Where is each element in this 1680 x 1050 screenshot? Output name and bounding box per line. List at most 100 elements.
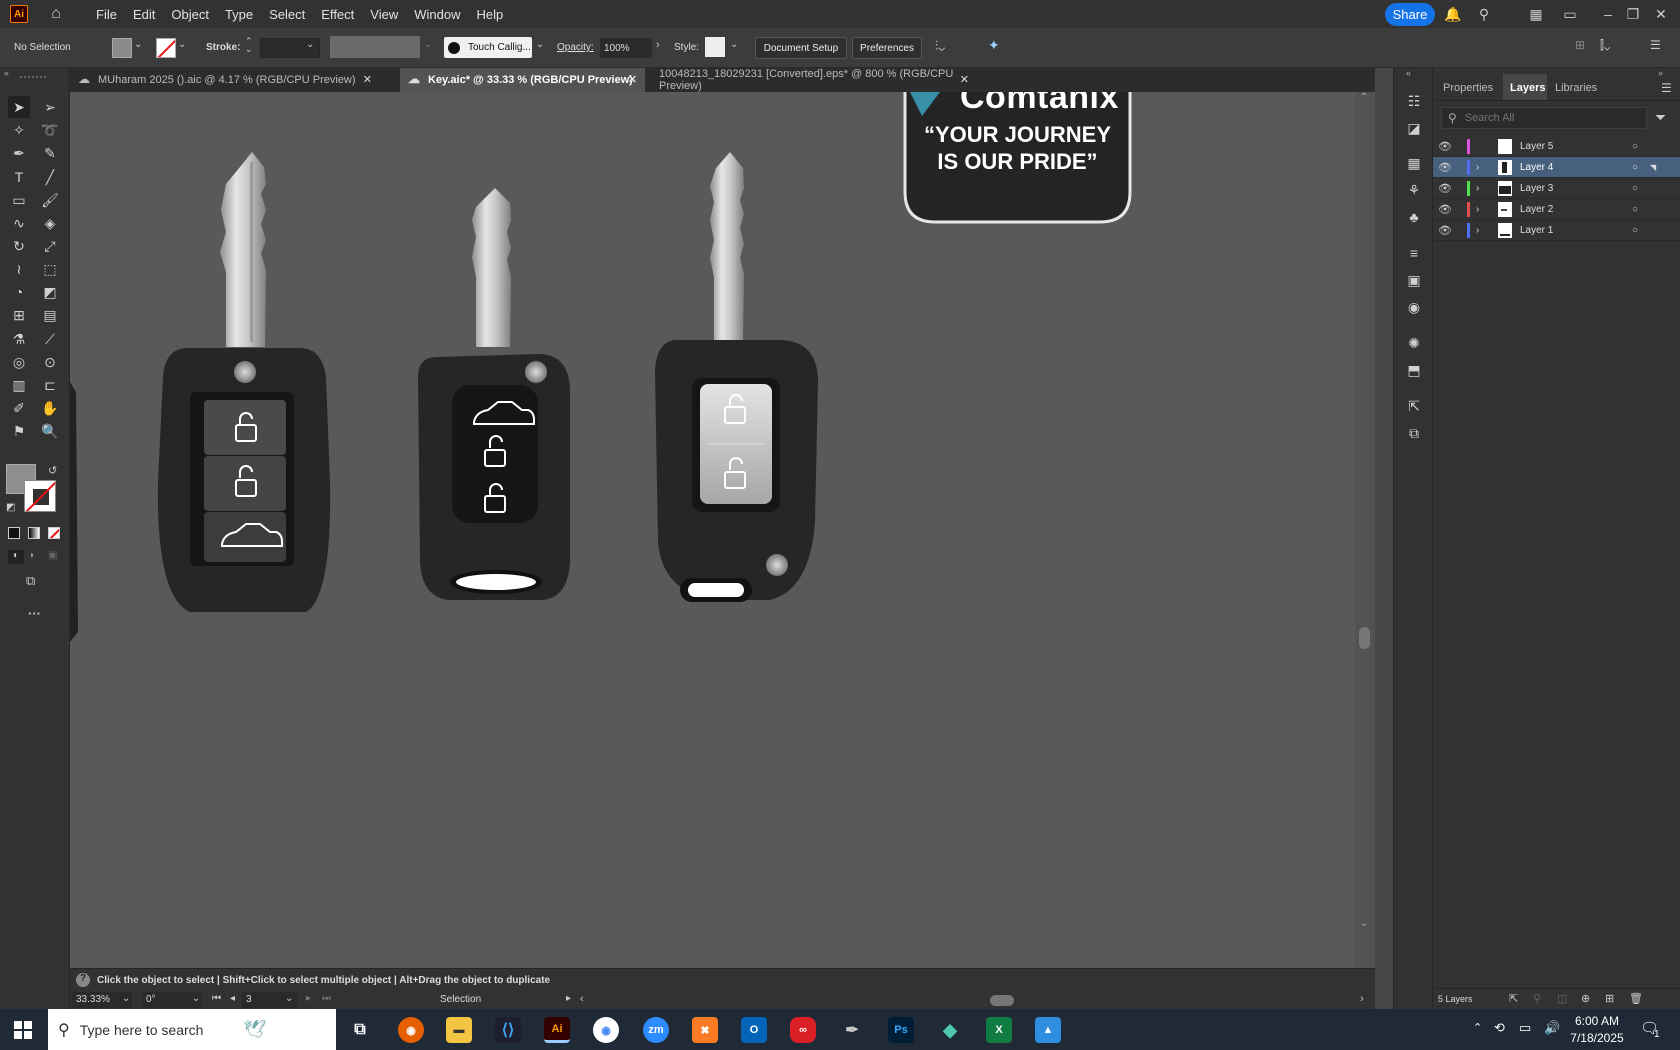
brushes-icon[interactable]: ⚘ xyxy=(1403,179,1425,201)
gradient-panel-icon[interactable]: ▣ xyxy=(1403,269,1425,291)
fill-swatch[interactable] xyxy=(112,38,132,58)
xampp-icon[interactable]: ✖ xyxy=(692,1017,718,1043)
gradient-mode-icon[interactable] xyxy=(28,527,40,539)
collapse-panel-icon[interactable]: » xyxy=(1658,68,1663,78)
file-explorer-icon[interactable]: ▬ xyxy=(446,1017,472,1043)
close-window-icon[interactable]: ✕ xyxy=(1652,6,1670,22)
photoshop-icon[interactable]: Ps xyxy=(888,1017,914,1043)
restore-icon[interactable]: ❐ xyxy=(1624,6,1642,22)
outlook-icon[interactable]: O xyxy=(741,1017,767,1043)
car-key-3[interactable] xyxy=(655,152,818,602)
filter-icon[interactable]: ⏷ xyxy=(1655,109,1666,126)
minimize-icon[interactable]: – xyxy=(1599,6,1617,22)
color-mode-icon[interactable] xyxy=(8,527,20,539)
scroll-right-icon[interactable]: › xyxy=(1360,993,1364,1005)
target-icon[interactable]: ○ xyxy=(1632,162,1638,173)
pen-tool-icon[interactable]: ✒ xyxy=(8,142,30,164)
layer-row-4[interactable]: 👁 › Layer 4 ○ ◥ xyxy=(1433,157,1680,178)
color-guide-icon[interactable]: ✺ xyxy=(1403,332,1425,354)
illustrator-taskbar-icon[interactable]: Ai xyxy=(544,1017,570,1043)
chevron-down-icon[interactable]: ⌄ xyxy=(178,39,186,50)
chevron-down-icon[interactable]: ⌄ xyxy=(285,993,293,1004)
width-tool-icon[interactable]: ≀ xyxy=(8,258,30,280)
selection-tool-icon[interactable]: ➤ xyxy=(8,96,30,118)
graphic-style-swatch[interactable] xyxy=(705,37,725,57)
close-icon[interactable]: ✕ xyxy=(363,73,372,86)
opacity-field[interactable]: 100% xyxy=(600,38,652,58)
screen-mode-icon[interactable]: ⧉ xyxy=(26,573,35,589)
tab-muharam[interactable]: ☁ MUharam 2025 ().aic @ 4.17 % (RGB/CPU … xyxy=(70,68,380,92)
line-tool-icon[interactable]: ╱ xyxy=(39,166,61,188)
display-icon[interactable]: ▭ xyxy=(1519,1020,1531,1036)
scroll-up-icon[interactable]: ⌃ xyxy=(1360,92,1368,103)
tab-libraries[interactable]: Libraries xyxy=(1555,82,1597,94)
workspace-icon[interactable]: ▦ xyxy=(1527,6,1545,22)
expand-layer-icon[interactable]: › xyxy=(1476,162,1492,173)
menu-list-icon[interactable]: ☰ xyxy=(1650,38,1661,52)
transparency-icon[interactable]: ◉ xyxy=(1403,296,1425,318)
target-icon[interactable]: ○ xyxy=(1632,204,1638,215)
preferences-button[interactable]: Preferences xyxy=(852,37,922,59)
partial-key-left[interactable] xyxy=(70,382,78,642)
artboard-tool-icon[interactable]: ⊏ xyxy=(39,374,61,396)
layer-name[interactable]: Layer 1 xyxy=(1520,225,1632,236)
appearance-icon[interactable]: ☷ xyxy=(1403,90,1425,112)
slice-tool-icon[interactable]: ✐ xyxy=(8,397,30,419)
shaper-tool-icon[interactable]: ∿ xyxy=(8,212,30,234)
export-icon[interactable]: ⇱ xyxy=(1403,395,1425,417)
recolor-icon[interactable]: ✦ xyxy=(988,37,1000,54)
scroll-left-icon[interactable]: ‹ xyxy=(580,993,584,1005)
share-button[interactable]: Share xyxy=(1385,3,1435,26)
layers-search-input[interactable] xyxy=(1464,112,1625,124)
visibility-eye-icon[interactable]: 👁 xyxy=(1433,140,1457,153)
scale-tool-icon[interactable]: ⤢ xyxy=(39,235,61,257)
menu-object[interactable]: Object xyxy=(163,7,217,22)
menu-edit[interactable]: Edit xyxy=(125,7,163,22)
tab-properties[interactable]: Properties xyxy=(1443,82,1493,94)
symbols-icon[interactable]: ♣ xyxy=(1403,206,1425,228)
document-info-icon[interactable]: ◪ xyxy=(1403,117,1425,139)
visibility-eye-icon[interactable]: 👁 xyxy=(1433,224,1457,237)
document-setup-button[interactable]: Document Setup xyxy=(755,37,847,59)
graphic-styles-icon[interactable]: ⬒ xyxy=(1403,359,1425,381)
lasso-tool-icon[interactable]: ➰ xyxy=(39,119,61,141)
visibility-eye-icon[interactable]: 👁 xyxy=(1433,182,1457,195)
tab-key[interactable]: ☁ Key.aic* @ 33.33 % (RGB/CPU Preview) ✕ xyxy=(400,68,645,92)
target-icon[interactable]: ○ xyxy=(1632,141,1638,152)
none-mode-icon[interactable] xyxy=(48,527,60,539)
draw-normal-icon[interactable]: ◐ xyxy=(8,550,24,564)
show-hidden-icons[interactable]: ⌃ xyxy=(1473,1021,1482,1034)
menu-type[interactable]: Type xyxy=(217,7,261,22)
scroll-thumb[interactable] xyxy=(1359,627,1370,649)
chevron-down-icon[interactable]: ⌄ xyxy=(536,39,544,50)
chevron-down-icon[interactable]: ⌄ xyxy=(306,39,314,50)
layer-name[interactable]: Layer 2 xyxy=(1520,204,1632,215)
visibility-eye-icon[interactable]: 👁 xyxy=(1433,161,1457,174)
taskbar-search[interactable]: ⚲ Type here to search 🕊 xyxy=(48,1009,336,1050)
vscode-icon[interactable]: ⟨⟩ xyxy=(495,1017,521,1043)
chrome-icon[interactable]: ◉ xyxy=(593,1017,619,1043)
tab-converted-eps[interactable]: 10048213_18029231 [Converted].eps* @ 800… xyxy=(647,68,977,92)
stroke-color-swatch[interactable] xyxy=(24,480,56,512)
align-icon[interactable]: ⊞ xyxy=(1575,38,1585,52)
next-artboard-icon[interactable]: ▸ xyxy=(306,993,311,1004)
diamond-app-icon[interactable]: ◆ xyxy=(937,1017,963,1043)
stroke-panel-icon[interactable]: ≡ xyxy=(1403,242,1425,264)
paintbrush-tool-icon[interactable]: 🖌 xyxy=(39,189,61,211)
zoom-tool-icon[interactable]: 🔍 xyxy=(39,420,61,442)
firefox-icon[interactable]: ◉ xyxy=(398,1017,424,1043)
menu-view[interactable]: View xyxy=(362,7,406,22)
swap-colors-icon[interactable]: ↺ xyxy=(48,464,57,477)
eyedropper-tool-icon[interactable]: ⚗ xyxy=(8,328,30,350)
rectangle-tool-icon[interactable]: ▭ xyxy=(8,189,30,211)
free-transform-tool-icon[interactable]: ⬚ xyxy=(39,258,61,280)
menu-select[interactable]: Select xyxy=(261,7,313,22)
draw-behind-icon[interactable]: ◑ xyxy=(28,550,34,561)
graph-tool-icon[interactable]: ▥ xyxy=(8,374,30,396)
windows-start-icon[interactable] xyxy=(14,1021,32,1039)
stroke-swatch[interactable] xyxy=(156,38,176,58)
locate-object-icon[interactable]: ⚲ xyxy=(1533,992,1541,1005)
excel-icon[interactable]: X xyxy=(986,1017,1012,1043)
artboards-panel-icon[interactable]: ⧉ xyxy=(1403,422,1425,444)
default-colors-icon[interactable]: ◩ xyxy=(6,502,15,513)
